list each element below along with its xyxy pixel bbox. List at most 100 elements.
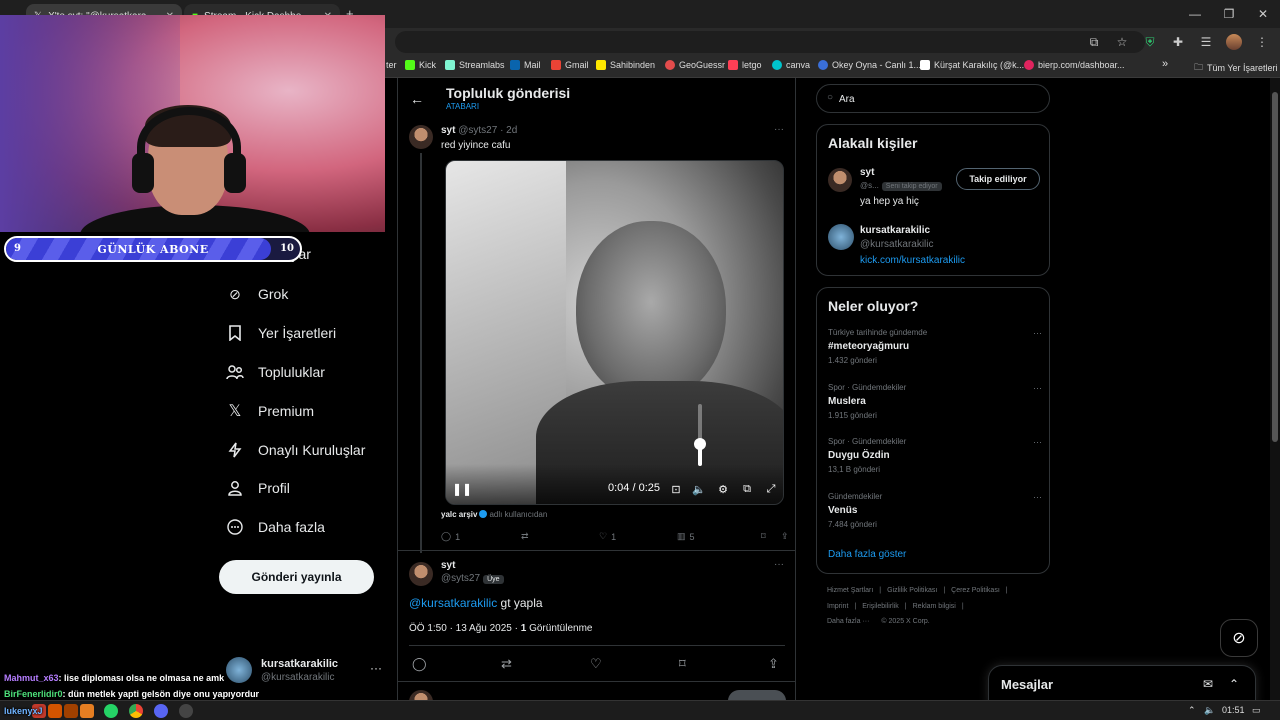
avatar[interactable] <box>828 224 854 250</box>
profile-avatar[interactable] <box>1226 34 1242 50</box>
bookmark-item[interactable]: ter <box>386 60 397 70</box>
search-box[interactable]: ○ <box>816 84 1050 113</box>
share-button[interactable]: ⇪ <box>781 531 789 542</box>
user-handle[interactable]: @s... Seni takip ediyor <box>860 181 942 191</box>
bookmark-item[interactable]: canva <box>772 60 810 70</box>
footer-link[interactable]: Reklam bilgisi <box>913 603 956 610</box>
reading-list-icon[interactable]: ☰ <box>1198 35 1214 49</box>
volume-slider[interactable] <box>694 404 706 466</box>
bookmark-item[interactable]: GeoGuessr <box>665 60 725 70</box>
new-message-icon[interactable]: ✉ <box>1203 677 1213 691</box>
community-name[interactable]: ATABARI <box>446 102 479 111</box>
more-dots-icon[interactable]: ··· <box>370 661 382 675</box>
chrome-icon[interactable] <box>129 704 143 718</box>
app-icon[interactable] <box>80 704 94 718</box>
volume-icon[interactable]: 🔈 <box>692 483 706 496</box>
fullscreen-icon[interactable]: ⤢ <box>764 483 778 496</box>
footer-link[interactable]: Erişilebilirlik <box>862 603 899 610</box>
nav-item-premium[interactable]: 𝕏 Premium <box>226 402 314 420</box>
reply-author-name[interactable]: syt <box>441 560 455 571</box>
footer-more-link[interactable]: Daha fazla ··· <box>827 618 869 625</box>
more-dots-icon[interactable]: ··· <box>1033 437 1042 447</box>
trend-item[interactable]: Spor · Gündemdekiler Muslera 1.915 gönde… <box>828 383 1048 420</box>
scrollbar-thumb[interactable] <box>1272 92 1278 442</box>
user-name[interactable]: syt <box>860 167 874 178</box>
obs-icon[interactable] <box>179 704 193 718</box>
nav-item-bookmarks[interactable]: Yer İşaretleri <box>226 324 336 342</box>
more-dots-icon[interactable]: ··· <box>774 559 784 570</box>
shield-icon[interactable]: ⛨ <box>1142 35 1158 50</box>
captions-icon[interactable]: ⊡ <box>669 483 683 496</box>
install-app-icon[interactable]: ⧉ <box>1086 35 1102 50</box>
trend-item[interactable]: Türkiye tarihinde gündemde #meteoryağmur… <box>828 328 1048 365</box>
video-source[interactable]: yalc arşiv adlı kullanıcıdan <box>441 510 547 519</box>
footer-link[interactable]: Imprint <box>827 603 848 610</box>
back-arrow-icon[interactable]: ← <box>410 91 424 107</box>
grok-button[interactable]: ⊘ <box>1220 619 1258 657</box>
trend-item[interactable]: Gündemdekiler Venüs 7.484 gönderi ··· <box>828 492 1048 529</box>
page-scrollbar[interactable] <box>1270 78 1280 700</box>
footer-link[interactable]: Gizlilik Politikası <box>887 587 937 594</box>
bookmark-item[interactable]: Sahibinden <box>596 60 655 70</box>
extensions-icon[interactable]: ✚ <box>1170 35 1186 49</box>
user-handle[interactable]: @kursatkarakilic <box>860 239 934 250</box>
nav-item-more[interactable]: Daha fazla <box>226 518 325 536</box>
picture-in-picture-icon[interactable]: ⧉ <box>740 483 754 496</box>
more-dots-icon[interactable]: ··· <box>1033 492 1042 502</box>
bookmark-item[interactable]: Kürşat Karakılıç (@k... <box>920 60 1024 70</box>
nav-item-communities[interactable]: Topluluklar <box>226 363 325 381</box>
bookmark-item[interactable]: Okey Oyna - Canlı 1... <box>818 60 921 70</box>
bookmark-item[interactable]: bierp.com/dashboar... <box>1024 60 1125 70</box>
views-button[interactable]: ▥ 5 <box>677 531 761 542</box>
bookmark-icon[interactable]: ⌑ <box>679 656 768 672</box>
discord-icon[interactable] <box>154 704 168 718</box>
reply-button[interactable]: ◯ 1 <box>441 531 521 542</box>
bookmark-item[interactable]: Mail <box>510 60 541 70</box>
nav-item-grok[interactable]: ⊘ Grok <box>226 285 288 303</box>
more-dots-icon[interactable]: ··· <box>774 124 784 135</box>
restore-icon[interactable]: ❐ <box>1212 0 1246 28</box>
avatar[interactable] <box>409 125 433 149</box>
profile-link[interactable]: kick.com/kursatkarakilic <box>860 255 965 266</box>
mention-link[interactable]: @kursatkarakilic <box>409 596 497 610</box>
minimize-icon[interactable]: — <box>1178 0 1212 28</box>
avatar[interactable] <box>828 168 852 192</box>
show-more-link[interactable]: Daha fazla göster <box>828 549 906 560</box>
more-dots-icon[interactable]: ··· <box>1033 383 1042 393</box>
post-author[interactable]: syt @syts27 · 2d <box>441 125 517 136</box>
bookmark-item[interactable]: Streamlabs <box>445 60 505 70</box>
notification-icon[interactable]: ▭ <box>1252 705 1261 716</box>
nav-item-profile[interactable]: Profil <box>226 479 290 497</box>
all-bookmarks[interactable]: 🗀 Tüm Yer İşaretleri <box>1194 60 1278 76</box>
tray-chevron-icon[interactable]: ⌃ <box>1188 705 1196 716</box>
pause-icon[interactable]: ❚❚ <box>452 482 472 496</box>
repost-button[interactable]: ⇄ <box>521 531 599 542</box>
volume-icon[interactable]: 🔈 <box>1204 705 1215 716</box>
bookmark-button[interactable]: ⌑ <box>761 531 781 542</box>
share-icon[interactable]: ⇪ <box>768 656 779 672</box>
app-icon[interactable] <box>64 704 78 718</box>
app-icon[interactable] <box>48 704 62 718</box>
account-switcher[interactable]: kursatkarakilic @kursatkarakilic ··· <box>226 655 386 687</box>
footer-link[interactable]: Hizmet Şartları <box>827 587 873 594</box>
whatsapp-icon[interactable] <box>104 704 118 718</box>
like-button[interactable]: ♡ 1 <box>599 531 677 542</box>
chevron-up-icon[interactable]: ⌃ <box>1229 677 1239 691</box>
close-window-icon[interactable]: ✕ <box>1246 0 1280 28</box>
bookmark-item[interactable]: letgo <box>728 60 762 70</box>
omnibox[interactable] <box>395 31 1145 53</box>
nav-item-verified-orgs[interactable]: Onaylı Kuruluşlar <box>226 441 365 459</box>
star-icon[interactable]: ☆ <box>1114 35 1130 49</box>
menu-dots-icon[interactable]: ⋮ <box>1254 35 1270 49</box>
search-input[interactable] <box>839 91 1039 107</box>
bookmark-item[interactable]: Kick <box>405 60 436 70</box>
user-name[interactable]: kursatkarakilic <box>860 225 930 236</box>
bookmark-item[interactable]: Gmail <box>551 60 589 70</box>
settings-gear-icon[interactable]: ⚙ <box>716 483 730 496</box>
footer-link[interactable]: Çerez Politikası <box>951 587 1000 594</box>
repost-icon[interactable]: ⇄ <box>501 656 590 672</box>
reply-author-handle[interactable]: @syts27 Üye <box>441 573 504 584</box>
taskbar-clock[interactable]: 01:51 <box>1222 705 1245 715</box>
bookmarks-overflow[interactable]: » <box>1162 58 1168 70</box>
post-button[interactable]: Gönderi yayınla <box>219 560 374 594</box>
